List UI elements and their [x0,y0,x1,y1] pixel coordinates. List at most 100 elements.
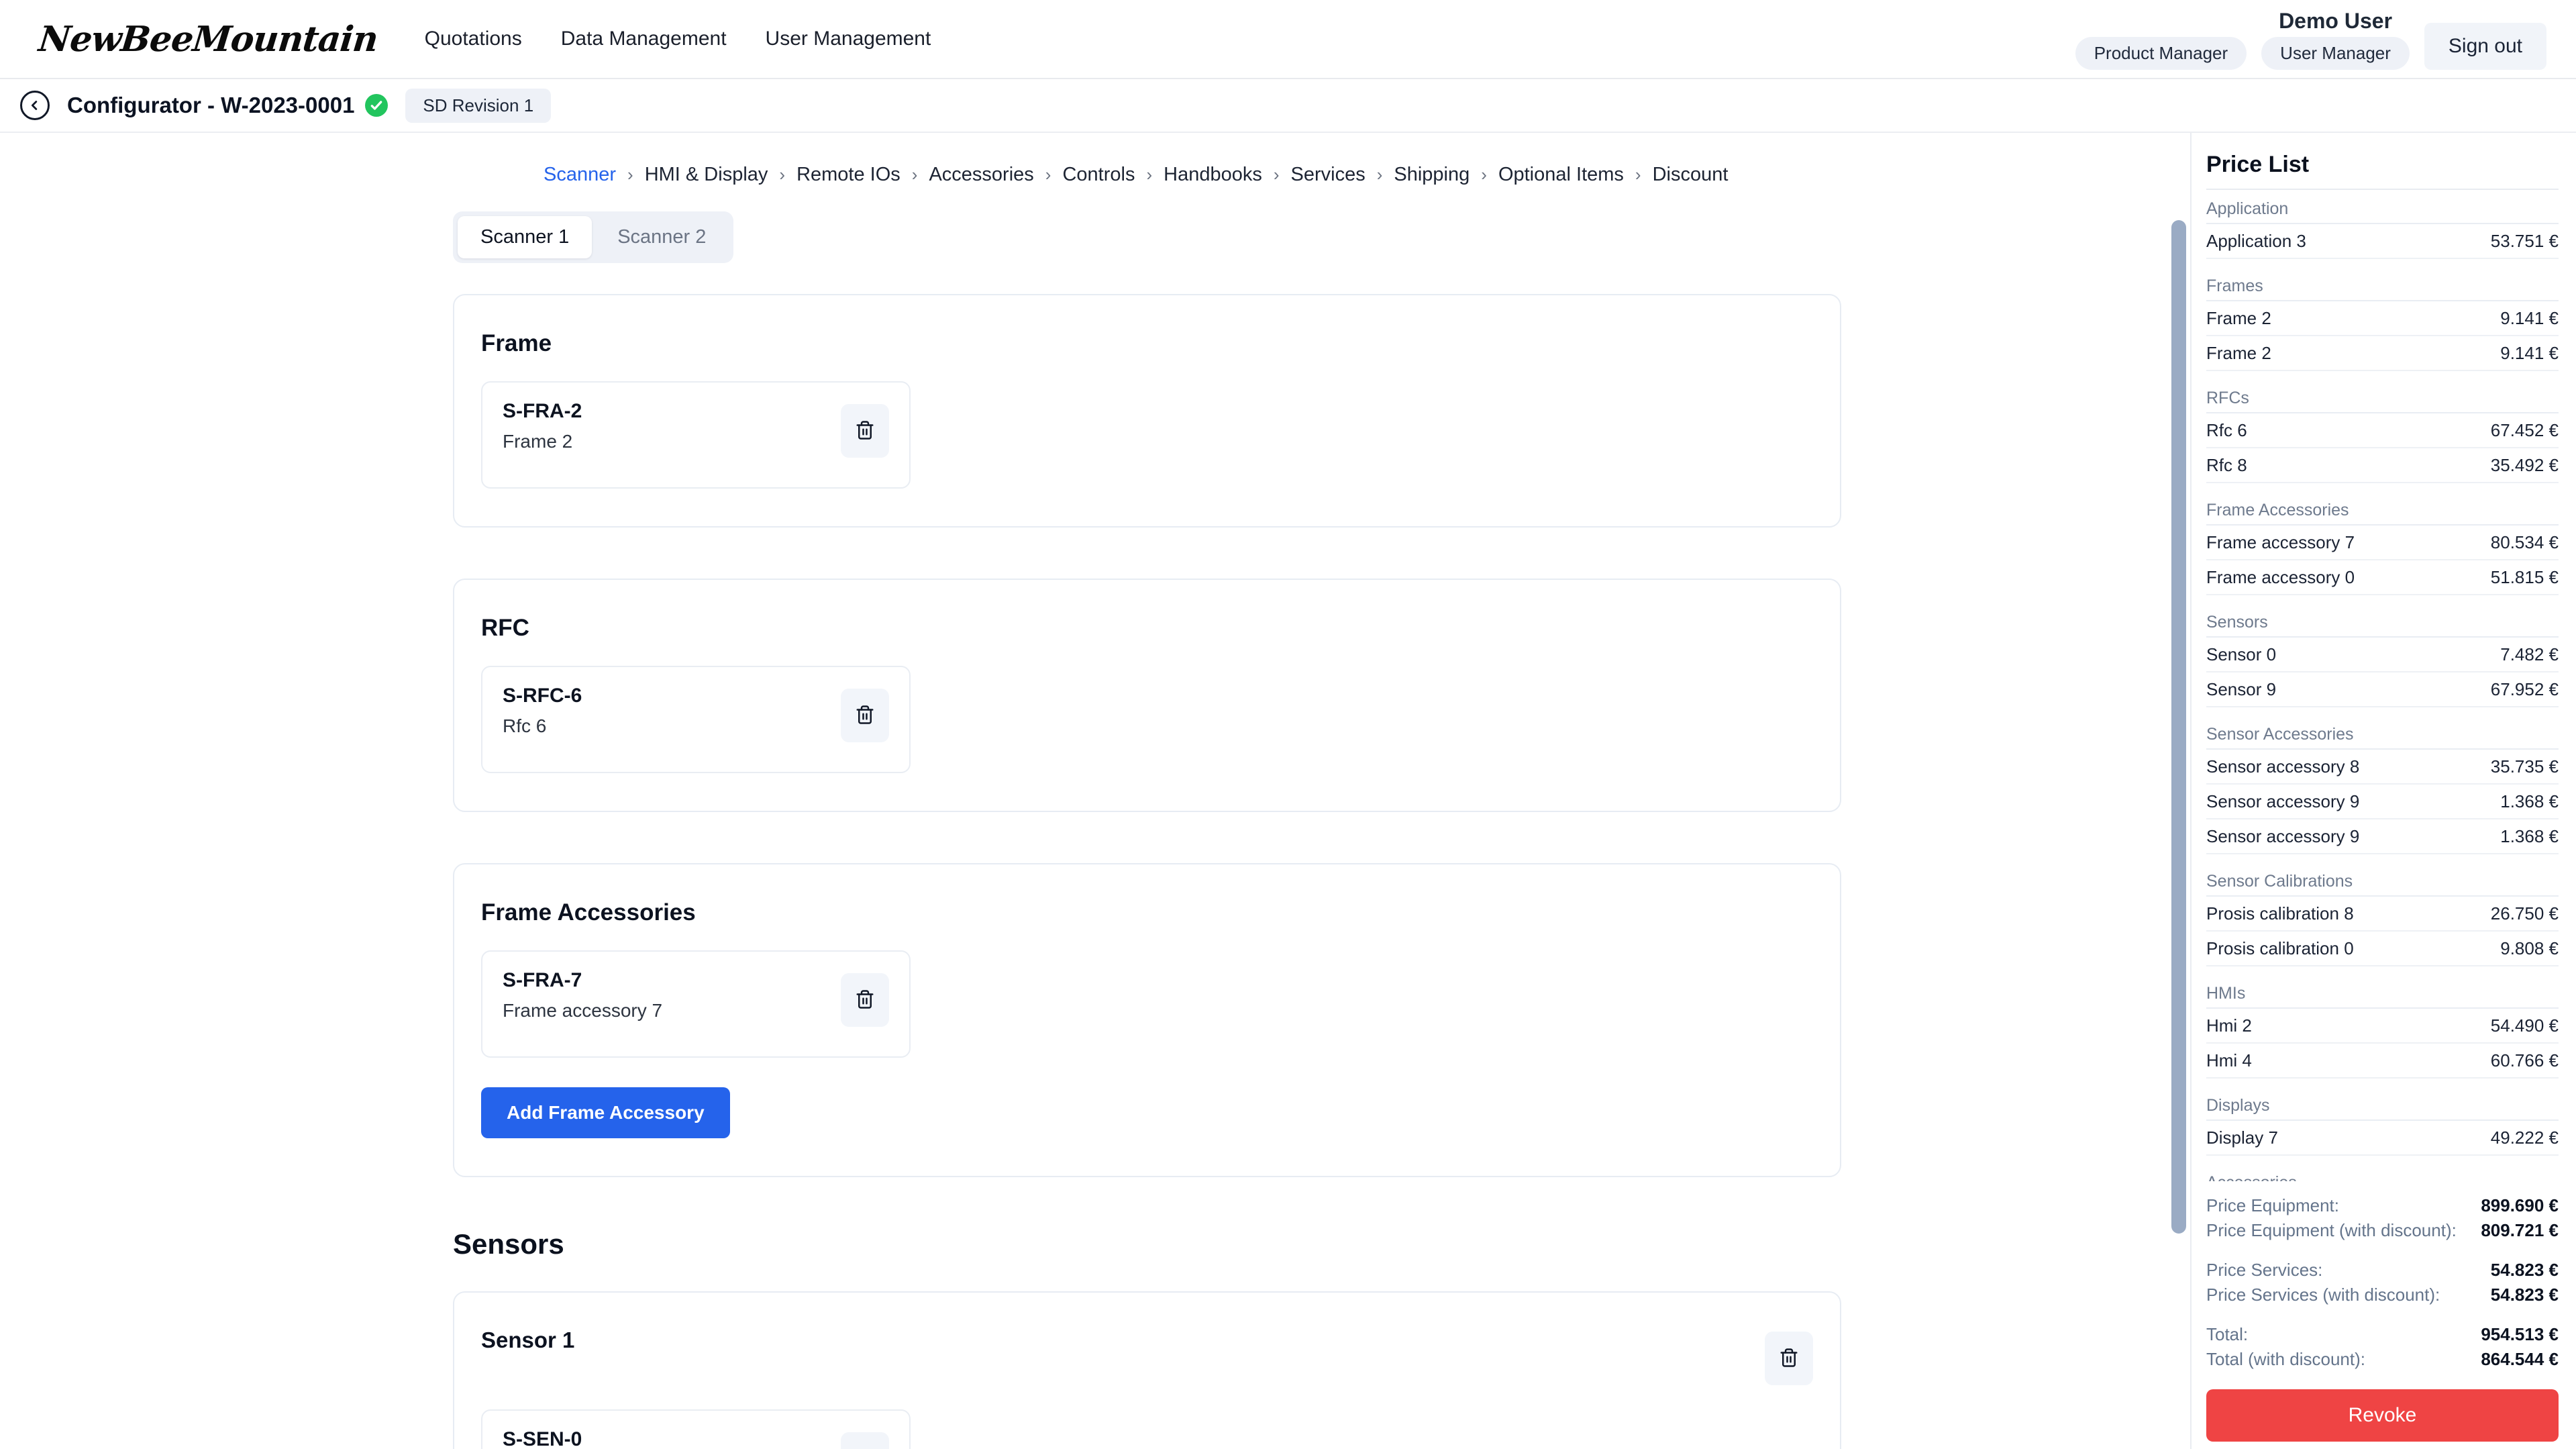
tab-scanner-1[interactable]: Scanner 1 [458,216,592,258]
price-row-label: Frame 2 [2206,343,2271,364]
price-row-label: Prosis calibration 0 [2206,938,2354,959]
sign-out-button[interactable]: Sign out [2424,23,2546,70]
price-row: Prosis calibration 09.808 € [2206,932,2559,966]
trash-icon [855,705,875,727]
back-icon[interactable] [20,91,50,120]
price-group-title: Displays [2206,1096,2559,1121]
price-row-value: 35.492 € [2491,455,2559,476]
breadcrumb-item-accessories[interactable]: Accessories [929,164,1033,186]
breadcrumb-item-handbooks[interactable]: Handbooks [1164,164,1262,186]
price-row: Rfc 835.492 € [2206,448,2559,483]
price-row: Frame 29.141 € [2206,336,2559,371]
nav-right-cluster: Product Manager Demo User User Manager S… [2075,9,2546,70]
total-row: Total:954.513 € [2206,1322,2559,1347]
breadcrumb-item-optional-items[interactable]: Optional Items [1498,164,1624,186]
delete-sensor-item-button[interactable] [841,1432,889,1449]
price-row: Sensor accessory 835.735 € [2206,750,2559,785]
price-row-label: Display 7 [2206,1128,2278,1148]
total-row-value: 899.690 € [2481,1195,2559,1216]
price-row: Frame 29.141 € [2206,301,2559,336]
price-group-title: Sensor Calibrations [2206,872,2559,897]
breadcrumb: Scanner › HMI & Display › Remote IOs › A… [0,133,2190,211]
nav-link-quotations[interactable]: Quotations [425,28,522,50]
user-name: Demo User [2279,9,2392,34]
price-group-title: Frame Accessories [2206,501,2559,526]
total-row: Total (with discount): 864.544 € [2206,1347,2559,1372]
price-row: Sensor 967.952 € [2206,672,2559,707]
verified-check-icon [365,94,388,117]
price-group: RFCsRfc 667.452 €Rfc 835.492 € [2206,389,2559,483]
price-row: Display 749.222 € [2206,1121,2559,1156]
breadcrumb-item-hmi-display[interactable]: HMI & Display [645,164,768,186]
breadcrumb-item-shipping[interactable]: Shipping [1394,164,1470,186]
breadcrumb-chevron-icon: › [1146,164,1152,185]
totals-spacer [2206,1307,2559,1322]
breadcrumb-item-discount[interactable]: Discount [1653,164,1729,186]
price-row-value: 26.750 € [2491,903,2559,924]
price-row-label: Frame 2 [2206,308,2271,329]
total-row-label: Total (with discount): [2206,1349,2365,1370]
main-nav-links: Quotations Data Management User Manageme… [425,28,931,50]
breadcrumb-item-scanner[interactable]: Scanner [544,164,616,186]
totals-spacer [2206,1243,2559,1258]
price-row: Frame accessory 0 51.815 € [2206,560,2559,595]
sensor-item-code: S-SEN-0 [503,1428,582,1449]
breadcrumb-chevron-icon: › [1635,164,1641,185]
breadcrumb-item-controls[interactable]: Controls [1062,164,1135,186]
price-row-label: Sensor accessory 9 [2206,826,2359,847]
trash-icon [855,420,875,442]
price-row-value: 54.490 € [2491,1015,2559,1036]
price-row-label: Frame accessory 0 [2206,567,2355,588]
frame-card-title: Frame [481,330,1813,357]
price-group: Sensor AccessoriesSensor accessory 835.7… [2206,725,2559,854]
main-content-column: Scanner › HMI & Display › Remote IOs › A… [0,133,2192,1449]
nav-link-data-management[interactable]: Data Management [561,28,727,50]
price-list-panel: Price List ApplicationApplication 353.75… [2192,133,2575,1449]
total-row-label: Price Equipment: [2206,1195,2339,1216]
price-row-value: 51.815 € [2491,567,2559,588]
breadcrumb-item-services[interactable]: Services [1291,164,1366,186]
price-row: Application 353.751 € [2206,224,2559,259]
frame-accessory-item: S-FRA-7 Frame accessory 7 [481,950,911,1058]
frame-item-code: S-FRA-2 [503,400,582,423]
price-group-title: Application [2206,199,2559,224]
frame-item: S-FRA-2 Frame 2 [481,381,911,489]
rfc-card-title: RFC [481,615,1813,642]
main-vertical-scrollbar[interactable] [2171,220,2186,1234]
price-row: Frame accessory 780.534 € [2206,526,2559,560]
main-scroll-area: Scanner › HMI & Display › Remote IOs › A… [0,133,2190,1449]
role-chip-user-manager: User Manager [2261,37,2410,70]
total-row-value: 864.544 € [2481,1349,2559,1370]
page-body: Scanner › HMI & Display › Remote IOs › A… [0,133,2576,1449]
breadcrumb-item-remote-ios[interactable]: Remote IOs [796,164,900,186]
price-row: Sensor 07.482 € [2206,638,2559,672]
price-group: ApplicationApplication 353.751 € [2206,199,2559,259]
price-row-value: 1.368 € [2500,826,2559,847]
sensors-section-title: Sensors [453,1228,1841,1260]
sensor-item: S-SEN-0 Sensor 0 [481,1409,911,1449]
top-navigation-bar: NewBeeMountain Quotations Data Managemen… [0,0,2576,79]
price-row-label: Sensor 0 [2206,644,2276,665]
revoke-button[interactable]: Revoke [2206,1389,2559,1442]
nav-link-user-management[interactable]: User Management [766,28,931,50]
tab-scanner-2[interactable]: Scanner 2 [595,216,729,258]
scanner-tabs: Scanner 1 Scanner 2 [453,211,733,263]
delete-sensor-button[interactable] [1765,1332,1813,1385]
brand-logo[interactable]: NewBeeMountain [37,19,380,60]
price-group-title: Frames [2206,277,2559,301]
total-row: Price Equipment (with discount):809.721 … [2206,1218,2559,1243]
price-group-title: Sensor Accessories [2206,725,2559,750]
delete-frame-accessory-button[interactable] [841,973,889,1027]
price-totals: Price Equipment: 899.690 €Price Equipment… [2206,1181,2559,1379]
scanner-tabs-wrap: Scanner 1 Scanner 2 [0,211,2190,263]
add-frame-accessory-button[interactable]: Add Frame Accessory [481,1087,730,1138]
price-list-scroll-area[interactable]: ApplicationApplication 353.751 €FramesFr… [2206,190,2559,1181]
price-group: Sensor CalibrationsProsis calibration 82… [2206,872,2559,966]
price-row-value: 60.766 € [2491,1050,2559,1071]
delete-rfc-button[interactable] [841,689,889,742]
total-row: Price Services (with discount):54.823 € [2206,1283,2559,1307]
delete-frame-button[interactable] [841,404,889,458]
revision-badge: SD Revision 1 [405,89,551,123]
frame-accessories-card-title: Frame Accessories [481,899,1813,926]
price-group: AccessoriesAccessory 132.988 € [2206,1173,2559,1181]
